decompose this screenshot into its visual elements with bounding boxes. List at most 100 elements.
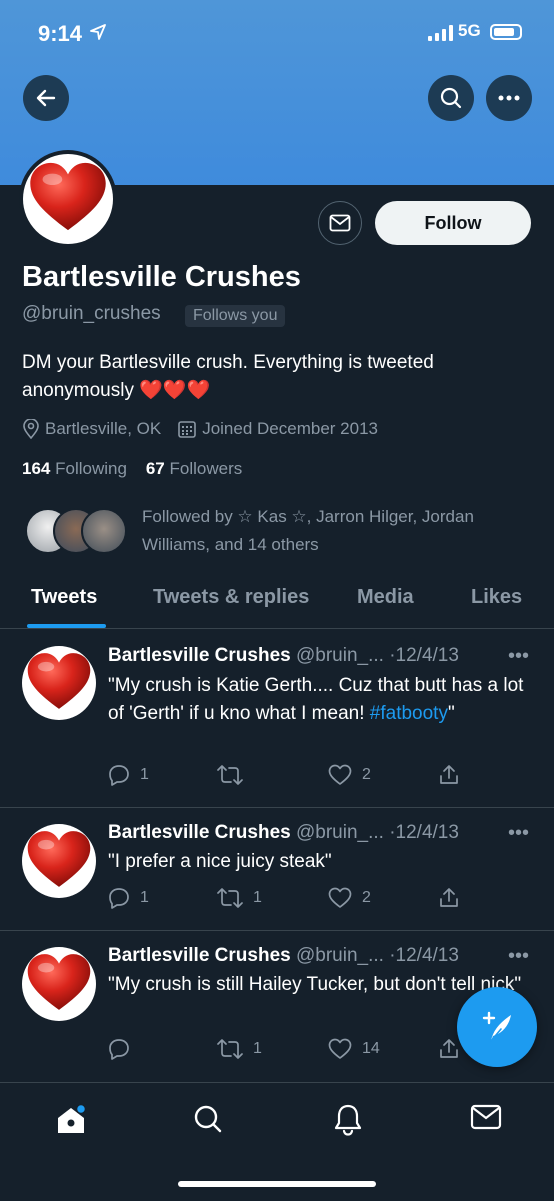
followed-by-text[interactable]: Followed by ☆ Kas ☆, Jarron Hilger, Jord… xyxy=(142,503,522,559)
like-button[interactable]: 2 xyxy=(328,764,371,786)
status-bar: 9:14 5G xyxy=(0,0,554,70)
followers-label: Followers xyxy=(169,459,243,478)
tab-tweets[interactable]: Tweets xyxy=(31,586,97,609)
like-button[interactable]: 2 xyxy=(328,887,371,909)
search-button[interactable] xyxy=(428,75,474,121)
bell-icon xyxy=(334,1104,362,1136)
share-button[interactable] xyxy=(438,1038,460,1060)
heart-icon xyxy=(25,950,93,1018)
search-icon xyxy=(194,1105,222,1133)
tweet-header: Bartlesville Crushes @bruin_... ·12/4/13 xyxy=(108,822,459,844)
tweet-author-name: Bartlesville Crushes xyxy=(108,645,291,666)
retweet-button[interactable]: 1 xyxy=(217,887,262,909)
follow-button[interactable]: Follow xyxy=(375,201,531,245)
share-icon xyxy=(440,888,458,907)
tab-likes[interactable]: Likes xyxy=(471,586,522,609)
like-button[interactable]: 14 xyxy=(328,1038,380,1060)
battery-icon xyxy=(490,24,522,40)
retweet-button[interactable] xyxy=(217,764,253,786)
retweet-icon xyxy=(217,888,243,908)
retweet-count: 1 xyxy=(253,889,262,906)
reply-icon xyxy=(109,765,129,786)
retweet-button[interactable]: 1 xyxy=(217,1038,262,1060)
followed-by-avatars[interactable] xyxy=(25,508,129,556)
calendar-icon xyxy=(178,421,197,438)
heart-icon xyxy=(25,649,93,717)
avatar xyxy=(81,508,127,554)
profile-meta: Bartlesville, OK Joined December 2013 xyxy=(22,419,378,439)
share-button[interactable] xyxy=(438,764,460,786)
tab-tweets-replies[interactable]: Tweets & replies xyxy=(153,586,309,609)
tweet-text: "My crush is still Hailey Tucker, but do… xyxy=(108,974,522,995)
followers-link[interactable]: 67 Followers xyxy=(146,459,242,478)
nav-search[interactable] xyxy=(192,1103,224,1140)
message-button[interactable] xyxy=(318,201,362,245)
tweet-date: ·12/4/13 xyxy=(389,822,459,843)
following-label: Following xyxy=(55,459,127,478)
tweet-more-button[interactable]: ••• xyxy=(508,645,529,668)
reply-count: 1 xyxy=(140,766,149,783)
tweet-more-button[interactable]: ••• xyxy=(508,945,529,968)
reply-icon xyxy=(109,888,129,909)
retweet-count: 1 xyxy=(253,1040,262,1057)
profile-joined: Joined December 2013 xyxy=(202,419,378,438)
like-count: 2 xyxy=(362,766,371,783)
reply-button[interactable]: 1 xyxy=(108,764,149,786)
active-tab-indicator xyxy=(27,624,106,628)
envelope-icon xyxy=(329,214,351,232)
tweet-hashtag[interactable]: #fatbooty xyxy=(370,703,448,724)
tweet-author-handle: @bruin_... xyxy=(295,822,384,843)
tweet-text-end: " xyxy=(447,703,455,724)
tweet-header: Bartlesville Crushes @bruin_... ·12/4/13 xyxy=(108,945,459,967)
compose-tweet-button[interactable] xyxy=(457,987,537,1067)
heart-icon xyxy=(27,158,109,240)
profile-handle: @bruin_crushes xyxy=(22,303,161,324)
tweet-author-handle: @bruin_... xyxy=(295,645,384,666)
more-icon xyxy=(498,95,520,101)
arrow-left-icon xyxy=(36,89,56,107)
reply-button[interactable]: 1 xyxy=(108,887,149,909)
heart-outline-icon xyxy=(328,1038,352,1059)
like-count: 14 xyxy=(362,1040,380,1057)
tweet[interactable]: Bartlesville Crushes @bruin_... ·12/4/13… xyxy=(0,629,554,808)
tab-media[interactable]: Media xyxy=(357,586,414,609)
share-icon xyxy=(440,765,458,784)
tweet-text: "I prefer a nice juicy steak" xyxy=(108,851,332,872)
following-link[interactable]: 164 Following xyxy=(22,459,127,478)
network-label: 5G xyxy=(458,21,481,40)
location-pin-icon xyxy=(23,419,39,439)
more-button[interactable] xyxy=(486,75,532,121)
tweet-author-name: Bartlesville Crushes xyxy=(108,945,291,966)
tweet[interactable]: Bartlesville Crushes @bruin_... ·12/4/13… xyxy=(0,807,554,931)
home-icon xyxy=(58,1103,87,1133)
home-indicator xyxy=(178,1181,376,1187)
envelope-icon xyxy=(470,1104,502,1130)
status-time: 9:14 xyxy=(38,21,83,46)
heart-outline-icon xyxy=(328,764,352,785)
like-count: 2 xyxy=(362,889,371,906)
nav-home[interactable] xyxy=(54,1103,88,1142)
tweet-date: ·12/4/13 xyxy=(389,645,459,666)
avatar[interactable] xyxy=(22,646,96,720)
share-icon xyxy=(440,1039,458,1058)
tweet-more-button[interactable]: ••• xyxy=(508,822,529,845)
profile-bio: DM your Bartlesville crush. Everything i… xyxy=(22,352,434,401)
profile-location: Bartlesville, OK xyxy=(45,419,162,438)
compose-icon xyxy=(482,1011,511,1042)
avatar[interactable] xyxy=(22,947,96,1021)
reply-button[interactable] xyxy=(108,1038,140,1060)
back-button[interactable] xyxy=(23,75,69,121)
location-arrow-icon xyxy=(90,24,106,40)
profile-avatar[interactable] xyxy=(19,150,117,248)
tweet-author-name: Bartlesville Crushes xyxy=(108,822,291,843)
nav-messages[interactable] xyxy=(470,1103,502,1136)
heart-icon xyxy=(25,827,93,895)
following-count: 164 xyxy=(22,459,51,478)
profile-name: Bartlesville Crushes xyxy=(22,261,301,293)
nav-notifications[interactable] xyxy=(332,1103,364,1142)
tweet-text: "My crush is Katie Gerth.... Cuz that bu… xyxy=(108,672,528,728)
profile-tabs: Tweets Tweets & replies Media Likes xyxy=(0,572,554,629)
retweet-icon xyxy=(217,1039,243,1059)
avatar[interactable] xyxy=(22,824,96,898)
share-button[interactable] xyxy=(438,887,460,909)
